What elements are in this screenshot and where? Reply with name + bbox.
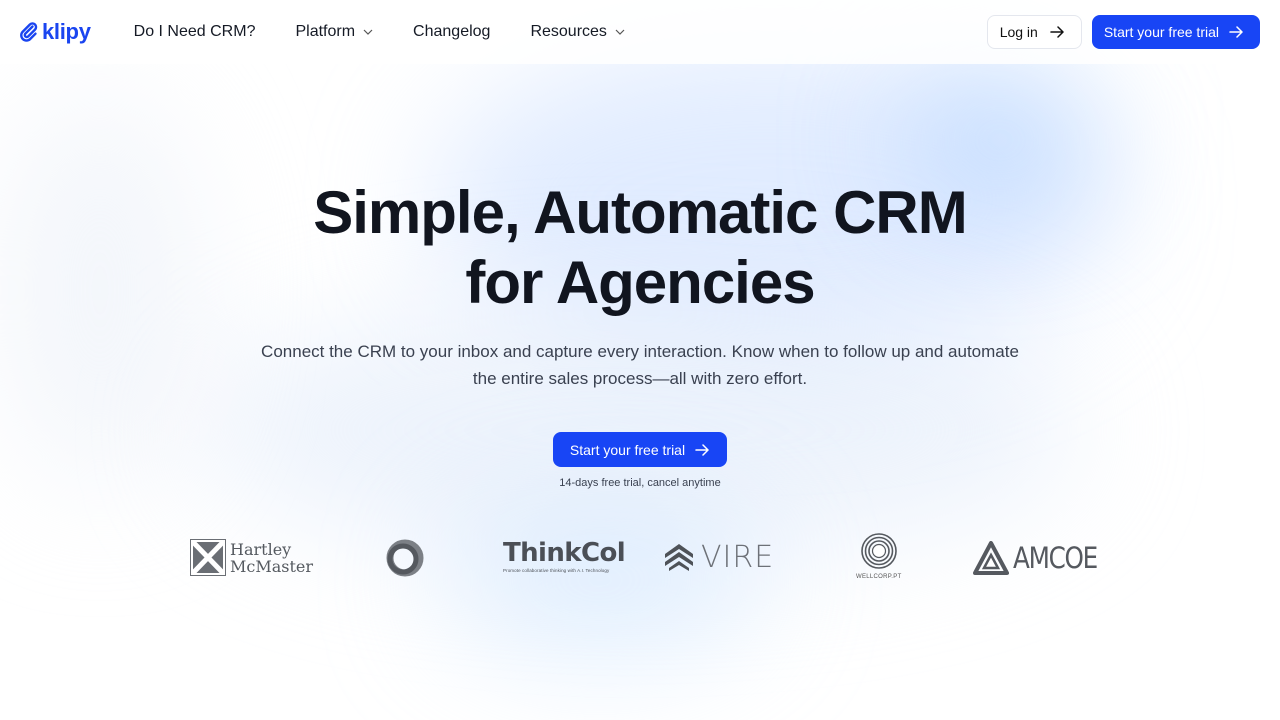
hero-title-line-2: for Agencies [465, 249, 815, 316]
cta-label: Start your free trial [569, 441, 686, 458]
hero-title-line-1: Simple, Automatic CRM [313, 179, 968, 246]
hartley-line-1: Hartley [230, 539, 292, 559]
chevron-down-icon [363, 29, 373, 35]
nav-label: Do I Need CRM? [133, 23, 256, 40]
login-button[interactable]: Log in [986, 15, 1082, 49]
wellcorp-rings-icon [860, 533, 897, 569]
trial-note: 14-days free trial, cancel anytime [559, 477, 721, 489]
nav-label: Platform [295, 23, 356, 40]
logo-hartley-mcmaster: Hartley McMaster [190, 539, 313, 576]
hartley-emblem-icon [190, 539, 226, 576]
thinkcol-name: ThinkCol [503, 538, 626, 568]
hero-title: Simple, Automatic CRM for Agencies [0, 178, 1280, 318]
amcoe-text: AMCOE [1013, 541, 1098, 575]
klipy-logo[interactable]: klipy [20, 19, 91, 45]
customer-logos: Hartley McMaster ThinkCol Promote collab… [0, 528, 1280, 588]
logo-thinkcol: ThinkCol Promote collaborative thinking … [503, 538, 626, 573]
header-start-trial-button[interactable]: Start your free trial [1091, 15, 1260, 49]
logo-vire: VIRE [663, 542, 774, 574]
site-header: klipy Do I Need CRM? Platform Changelog … [0, 0, 1280, 64]
paperclip-icon [20, 22, 38, 42]
nav-label: Changelog [413, 23, 491, 40]
login-label: Log in [999, 24, 1038, 40]
logo-amcoe: AMCOE [973, 541, 1112, 575]
nav-platform[interactable]: Platform [295, 23, 373, 41]
chevron-down-icon [615, 29, 625, 35]
header-actions: Log in Start your free trial [986, 15, 1260, 49]
hero-subtitle: Connect the CRM to your inbox and captur… [261, 342, 1019, 388]
hartley-line-2: McMaster [230, 556, 314, 576]
wellcorp-text: WELLCORP.PT [856, 574, 902, 580]
logo-text: klipy [42, 19, 91, 44]
nav-label: Resources [530, 23, 607, 40]
thinkcol-tagline: Promote collaborative thinking with A.I.… [503, 568, 610, 573]
cta-label: Start your free trial [1103, 24, 1219, 40]
arrow-right-icon [1050, 26, 1064, 38]
arrow-right-icon [695, 443, 709, 456]
hero-start-trial-button[interactable]: Start your free trial [553, 432, 727, 467]
nav-resources[interactable]: Resources [530, 23, 625, 41]
nav-do-i-need-crm[interactable]: Do I Need CRM? [134, 23, 256, 41]
main-nav: Do I Need CRM? Platform Changelog Resour… [134, 23, 625, 41]
logo-wellcorp: WELLCORP.PT [856, 532, 902, 580]
arrow-right-icon [1229, 26, 1243, 38]
ring-logo-icon [386, 539, 424, 577]
vire-text: VIRE [701, 540, 775, 575]
nav-changelog[interactable]: Changelog [413, 23, 490, 41]
amcoe-triangle-icon [973, 541, 1009, 575]
vire-chevrons-icon [665, 544, 693, 571]
logo-ring [383, 536, 427, 580]
